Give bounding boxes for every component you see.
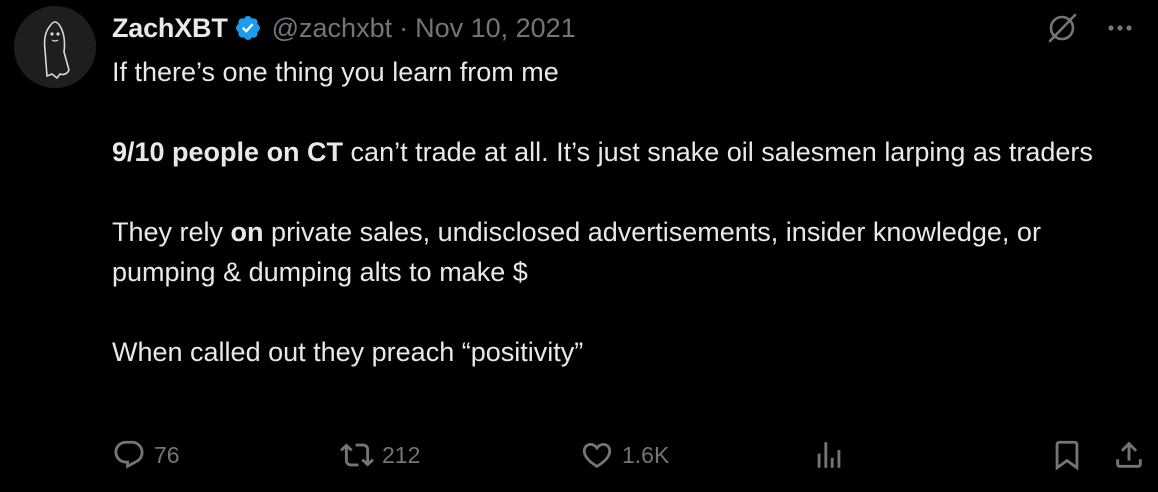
- heart-icon: [582, 442, 612, 468]
- tweet-bold-phrase: 9/10 people on CT: [112, 137, 344, 167]
- ghost-avatar-icon: [14, 6, 96, 88]
- avatar[interactable]: [14, 6, 96, 88]
- tweet-line-1: If there’s one thing you learn from me: [112, 57, 559, 87]
- analytics-icon: [817, 442, 841, 468]
- author-handle[interactable]: @zachxbt: [272, 13, 392, 44]
- views-button[interactable]: [812, 438, 846, 472]
- reply-icon: [114, 440, 144, 469]
- author-name[interactable]: ZachXBT: [112, 13, 228, 44]
- verified-badge-icon[interactable]: [234, 14, 262, 42]
- tweet-actions: 76 212 1.6K: [112, 432, 1144, 478]
- bookmark-icon: [1055, 440, 1079, 471]
- bookmark-button[interactable]: [1050, 438, 1084, 472]
- tweet-header: ZachXBT @zachxbt · Nov 10, 2021: [112, 8, 1138, 48]
- reply-count: 76: [154, 441, 180, 468]
- retweet-count: 212: [382, 441, 421, 468]
- share-button[interactable]: [1112, 438, 1146, 472]
- header-separator: ·: [399, 12, 409, 43]
- like-button[interactable]: 1.6K: [580, 438, 669, 472]
- tweet-bold-word: on: [230, 217, 264, 247]
- reply-button[interactable]: 76: [112, 438, 180, 472]
- retweet-icon: [340, 443, 374, 467]
- retweet-button[interactable]: 212: [340, 438, 420, 472]
- tweet-paragraph-2: can’t trade at all. It’s just snake oil …: [343, 137, 1093, 167]
- tweet-date[interactable]: Nov 10, 2021: [415, 13, 576, 44]
- tweet-paragraph-3-start: They rely: [112, 217, 231, 247]
- header-actions: [1044, 10, 1138, 46]
- tweet-paragraph-4: When called out they preach “positivity”: [112, 337, 584, 367]
- share-icon: [1116, 441, 1142, 468]
- more-options-icon[interactable]: [1102, 10, 1138, 46]
- like-count: 1.6K: [622, 441, 670, 468]
- grok-icon[interactable]: [1044, 10, 1080, 46]
- tweet-text: If there’s one thing you learn from me 9…: [112, 52, 1142, 372]
